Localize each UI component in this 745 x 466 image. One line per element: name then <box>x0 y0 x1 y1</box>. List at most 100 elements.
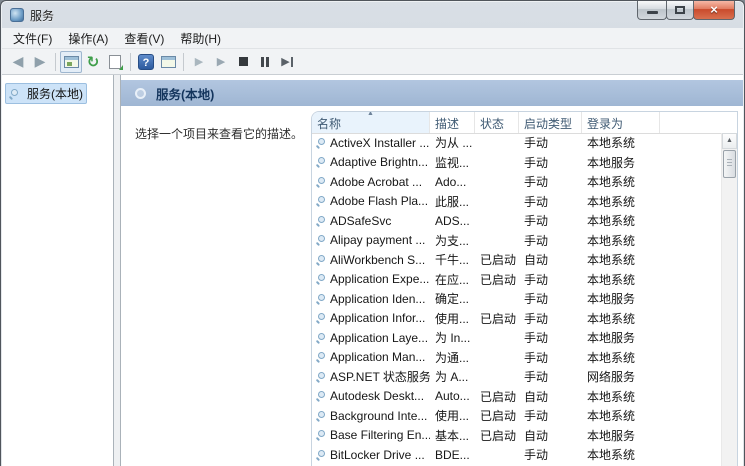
back-icon-glyph: ◀ <box>13 53 24 70</box>
service-name: Alipay payment ... <box>330 233 425 247</box>
service-icon <box>316 294 326 304</box>
cell-startup-type: 手动 <box>519 446 582 463</box>
service-icon <box>316 313 326 323</box>
forward-icon[interactable]: ▶ <box>29 51 51 73</box>
close-button[interactable]: × <box>693 1 735 20</box>
cell-startup-type: 手动 <box>519 407 582 424</box>
close-button-glyph: × <box>694 1 734 19</box>
cell-logon-as: 网络服务 <box>582 368 660 385</box>
stop-service-icon[interactable] <box>232 51 254 73</box>
minimize-button-glyph <box>647 11 658 14</box>
table-row[interactable]: Base Filtering En...基本...已启动自动本地服务 <box>312 426 721 446</box>
toolbar-separator <box>183 53 184 71</box>
minimize-button[interactable] <box>637 1 667 20</box>
services-header-title: 服务(本地) <box>156 84 214 103</box>
services-list-panel: 名称▲描述状态启动类型登录为 ActiveX Installer ...为从 .… <box>311 111 738 466</box>
cell-name: Base Filtering En... <box>312 428 430 442</box>
table-row[interactable]: ADSafeSvcADS...手动本地系统 <box>312 211 721 231</box>
cell-name: Application Infor... <box>312 311 430 325</box>
table-row[interactable]: Application Laye...为 In...手动本地服务 <box>312 328 721 348</box>
table-row[interactable]: ASP.NET 状态服务为 A... 手动网络服务 <box>312 367 721 387</box>
export-list-icon[interactable] <box>104 51 126 73</box>
back-icon[interactable]: ◀ <box>7 51 29 73</box>
service-icon <box>316 333 326 343</box>
cell-name: Adaptive Brightn... <box>312 155 430 169</box>
table-row[interactable]: Background Inte...使用...已启动手动本地系统 <box>312 406 721 426</box>
resume-service-icon-glyph: ▶ <box>217 55 225 68</box>
table-row[interactable]: BitLocker Drive ...BDE...手动本地系统 <box>312 445 721 465</box>
scrollbar-thumb[interactable] <box>723 150 736 178</box>
column-header-5[interactable]: 登录为 <box>582 112 660 133</box>
cell-startup-type: 手动 <box>519 368 582 385</box>
column-header-4[interactable]: 启动类型 <box>519 112 582 133</box>
service-name: Application Expe... <box>330 272 429 286</box>
column-header-2[interactable]: 描述 <box>430 112 475 133</box>
cell-name: Adobe Acrobat ... <box>312 175 430 189</box>
menu-item[interactable]: 帮助(H) <box>172 28 229 49</box>
service-name: ADSafeSvc <box>330 214 391 228</box>
resume-service-icon[interactable]: ▶ <box>210 51 232 73</box>
service-name: Adaptive Brightn... <box>330 155 428 169</box>
sidebar-item-services-local[interactable]: 服务(本地) <box>5 83 87 104</box>
cell-logon-as: 本地系统 <box>582 349 660 366</box>
cell-name: ASP.NET 状态服务 <box>312 368 430 385</box>
start-service-icon-glyph: ▶ <box>195 55 203 68</box>
services-node-icon <box>9 89 19 99</box>
column-header-1[interactable]: 名称▲ <box>312 112 430 133</box>
table-row[interactable]: ActiveX Installer ...为从 ...手动本地系统 <box>312 133 721 153</box>
restart-service-icon[interactable]: ▶ <box>276 51 298 73</box>
cell-name: Application Iden... <box>312 292 430 306</box>
title-bar[interactable]: 服务 × <box>1 1 744 28</box>
table-row[interactable]: Application Iden...确定...手动本地服务 <box>312 289 721 309</box>
console-tree-icon[interactable] <box>60 51 82 73</box>
cell-description: 确定... <box>430 290 475 307</box>
cell-description: 为 A... <box>430 368 475 385</box>
service-name: Application Man... <box>330 350 425 364</box>
service-name: AliWorkbench S... <box>330 253 425 267</box>
service-icon <box>316 430 326 440</box>
scroll-up-button[interactable]: ▲ <box>722 133 737 149</box>
cell-startup-type: 手动 <box>519 290 582 307</box>
maximize-button[interactable] <box>666 1 694 20</box>
menu-item[interactable]: 文件(F) <box>5 28 60 49</box>
cell-startup-type: 手动 <box>519 212 582 229</box>
pause-service-icon[interactable] <box>254 51 276 73</box>
service-name: ASP.NET 状态服务 <box>330 368 430 385</box>
table-row[interactable]: AliWorkbench S...千牛...已启动自动本地系统 <box>312 250 721 270</box>
services-table-header: 名称▲描述状态启动类型登录为 <box>312 112 737 134</box>
table-row[interactable]: Adobe Flash Pla...此服...手动本地系统 <box>312 192 721 212</box>
cell-description: BDE... <box>430 448 475 462</box>
cell-startup-type: 手动 <box>519 154 582 171</box>
cell-name: Adobe Flash Pla... <box>312 194 430 208</box>
refresh-icon[interactable]: ↻ <box>82 51 104 73</box>
cell-description: 监视... <box>430 154 475 171</box>
forward-icon-glyph: ▶ <box>35 53 46 70</box>
help-icon[interactable]: ? <box>135 51 157 73</box>
start-service-icon[interactable]: ▶ <box>188 51 210 73</box>
cell-logon-as: 本地系统 <box>582 173 660 190</box>
service-icon <box>316 255 326 265</box>
table-row[interactable]: Alipay payment ...为支...手动本地系统 <box>312 231 721 251</box>
cell-logon-as: 本地系统 <box>582 232 660 249</box>
table-row[interactable]: Application Man...为通...手动本地系统 <box>312 348 721 368</box>
table-row[interactable]: Autodesk Deskt...Auto...已启动自动本地系统 <box>312 387 721 407</box>
cell-name: ActiveX Installer ... <box>312 136 430 150</box>
column-header-3[interactable]: 状态 <box>475 112 519 133</box>
table-row[interactable]: Adaptive Brightn...监视...手动本地服务 <box>312 153 721 173</box>
table-row[interactable]: Application Expe...在应...已启动手动本地系统 <box>312 270 721 290</box>
menu-item[interactable]: 操作(A) <box>60 28 116 49</box>
service-name: Base Filtering En... <box>330 428 430 442</box>
sidebar-item-label: 服务(本地) <box>27 85 83 102</box>
cell-description: 使用... <box>430 310 475 327</box>
action-pane-icon-glyph <box>161 56 176 68</box>
pane-splitter[interactable] <box>114 75 121 466</box>
table-row[interactable]: Adobe Acrobat ...Ado...手动本地系统 <box>312 172 721 192</box>
pause-service-icon-glyph <box>261 57 269 67</box>
service-name: Application Infor... <box>330 311 425 325</box>
cell-name: Application Laye... <box>312 331 430 345</box>
vertical-scrollbar[interactable]: ▲ <box>721 133 737 466</box>
action-pane-icon[interactable] <box>157 51 179 73</box>
menu-item[interactable]: 查看(V) <box>116 28 172 49</box>
cell-name: ADSafeSvc <box>312 214 430 228</box>
table-row[interactable]: Application Infor...使用...已启动手动本地系统 <box>312 309 721 329</box>
